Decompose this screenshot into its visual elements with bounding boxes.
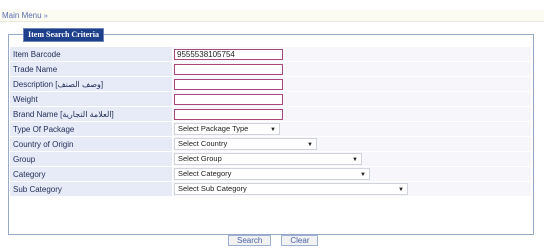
breadcrumb: Main Menu » xyxy=(0,10,544,22)
row-item-barcode: Item Barcode xyxy=(10,47,531,62)
chevron-down-icon: ▼ xyxy=(398,187,404,193)
panel-legend: Item Search Criteria xyxy=(23,28,104,42)
chevron-down-icon: ▼ xyxy=(307,142,313,148)
package-type-selected: Select Package Type xyxy=(178,124,249,133)
chevron-down-icon: ▼ xyxy=(360,172,366,178)
weight-label: Weight xyxy=(10,92,173,106)
clear-button[interactable]: Clear xyxy=(281,235,319,246)
group-selected: Select Group xyxy=(178,154,222,163)
form-actions: Search Clear xyxy=(228,235,319,246)
row-category: Category Select Category ▼ xyxy=(10,167,531,182)
sub-category-label: Sub Category xyxy=(10,182,173,196)
weight-input[interactable] xyxy=(174,93,283,105)
sub-category-selected: Select Sub Category xyxy=(178,184,247,193)
chevron-down-icon: ▼ xyxy=(352,157,358,163)
item-barcode-label: Item Barcode xyxy=(10,47,173,61)
package-type-select[interactable]: Select Package Type ▼ xyxy=(174,123,280,135)
sub-category-select[interactable]: Select Sub Category ▼ xyxy=(174,183,408,195)
trade-name-input[interactable] xyxy=(174,63,283,75)
country-select[interactable]: Select Country ▼ xyxy=(174,138,317,150)
row-brand-name: Brand Name [العلامة التجارية] xyxy=(10,107,531,122)
group-select[interactable]: Select Group ▼ xyxy=(174,153,362,165)
row-type-of-package: Type Of Package Select Package Type ▼ xyxy=(10,122,531,137)
row-trade-name: Trade Name xyxy=(10,62,531,77)
group-label: Group xyxy=(10,152,173,166)
search-button[interactable]: Search xyxy=(228,235,272,246)
description-label: Description [وصف الصنف] xyxy=(10,77,173,91)
category-select[interactable]: Select Category ▼ xyxy=(174,168,370,180)
country-selected: Select Country xyxy=(178,139,228,148)
brand-name-input[interactable] xyxy=(174,108,283,120)
item-barcode-input[interactable] xyxy=(174,48,283,60)
top-bar xyxy=(0,0,544,8)
row-description: Description [وصف الصنف] xyxy=(10,77,531,92)
country-of-origin-label: Country of Origin xyxy=(10,137,173,151)
category-label: Category xyxy=(10,167,173,181)
breadcrumb-separator: » xyxy=(43,13,48,20)
chevron-down-icon: ▼ xyxy=(270,127,276,133)
description-input[interactable] xyxy=(174,78,283,90)
row-country-of-origin: Country of Origin Select Country ▼ xyxy=(10,137,531,152)
type-of-package-label: Type Of Package xyxy=(10,122,173,136)
search-form-grid: Item Barcode Trade Name Description [وصف… xyxy=(10,47,531,197)
breadcrumb-main-menu-link[interactable]: Main Menu xyxy=(2,11,42,20)
trade-name-label: Trade Name xyxy=(10,62,173,76)
row-weight: Weight xyxy=(10,92,531,107)
row-group: Group Select Group ▼ xyxy=(10,152,531,167)
category-selected: Select Category xyxy=(178,169,232,178)
row-sub-category: Sub Category Select Sub Category ▼ xyxy=(10,182,531,197)
brand-name-label: Brand Name [العلامة التجارية] xyxy=(10,107,173,121)
